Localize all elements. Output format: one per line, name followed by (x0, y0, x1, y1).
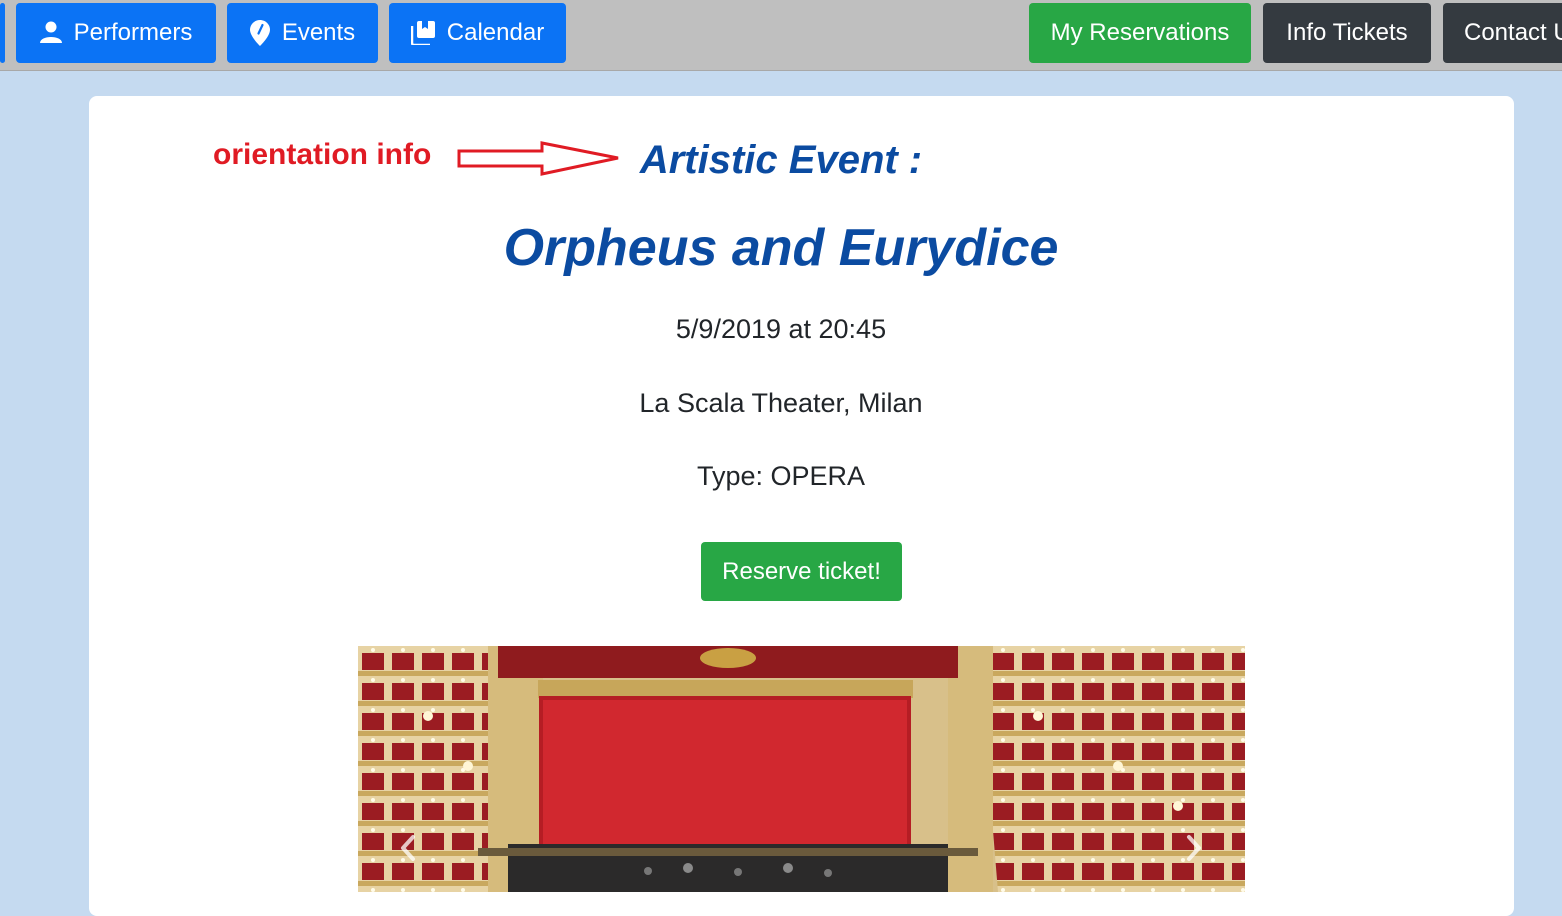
nav-performers-label: Performers (73, 19, 193, 46)
chevron-right-icon (1184, 834, 1204, 866)
theater-photo (358, 646, 1245, 892)
event-type: Type: OPERA (696, 461, 866, 491)
nav-my-reservations-label: My Reservations (1050, 19, 1230, 46)
map-pin-icon (249, 20, 270, 46)
nav-performers-button[interactable]: Performers (16, 3, 216, 63)
person-icon (39, 21, 62, 45)
collection-icon (410, 21, 435, 45)
nav-events-label: Events (281, 19, 356, 46)
nav-my-reservations-button[interactable]: My Reservations (1029, 3, 1251, 63)
carousel-prev-button[interactable] (388, 830, 428, 870)
chevron-left-icon (398, 834, 418, 866)
nav-calendar-button[interactable]: Calendar (389, 3, 566, 63)
nav-info-tickets-label: Info Tickets (1286, 19, 1408, 46)
event-venue: La Scala Theater, Milan (639, 388, 923, 418)
reserve-ticket-button[interactable]: Reserve ticket! (701, 542, 902, 601)
top-navbar: Performers Events Calendar My Reservatio… (0, 0, 1562, 71)
nav-contact-button[interactable]: Contact Us (1443, 3, 1562, 63)
nav-events-button[interactable]: Events (227, 3, 378, 63)
nav-edge-button[interactable] (0, 3, 5, 63)
event-datetime: 5/9/2019 at 20:45 (675, 314, 887, 344)
nav-contact-label: Contact Us (1464, 19, 1562, 46)
nav-info-tickets-button[interactable]: Info Tickets (1263, 3, 1431, 63)
nav-calendar-label: Calendar (446, 19, 545, 46)
event-subtitle: Artistic Event : (639, 138, 923, 182)
carousel-next-button[interactable] (1174, 830, 1214, 870)
event-title: Orpheus and Eurydice (503, 219, 1059, 277)
